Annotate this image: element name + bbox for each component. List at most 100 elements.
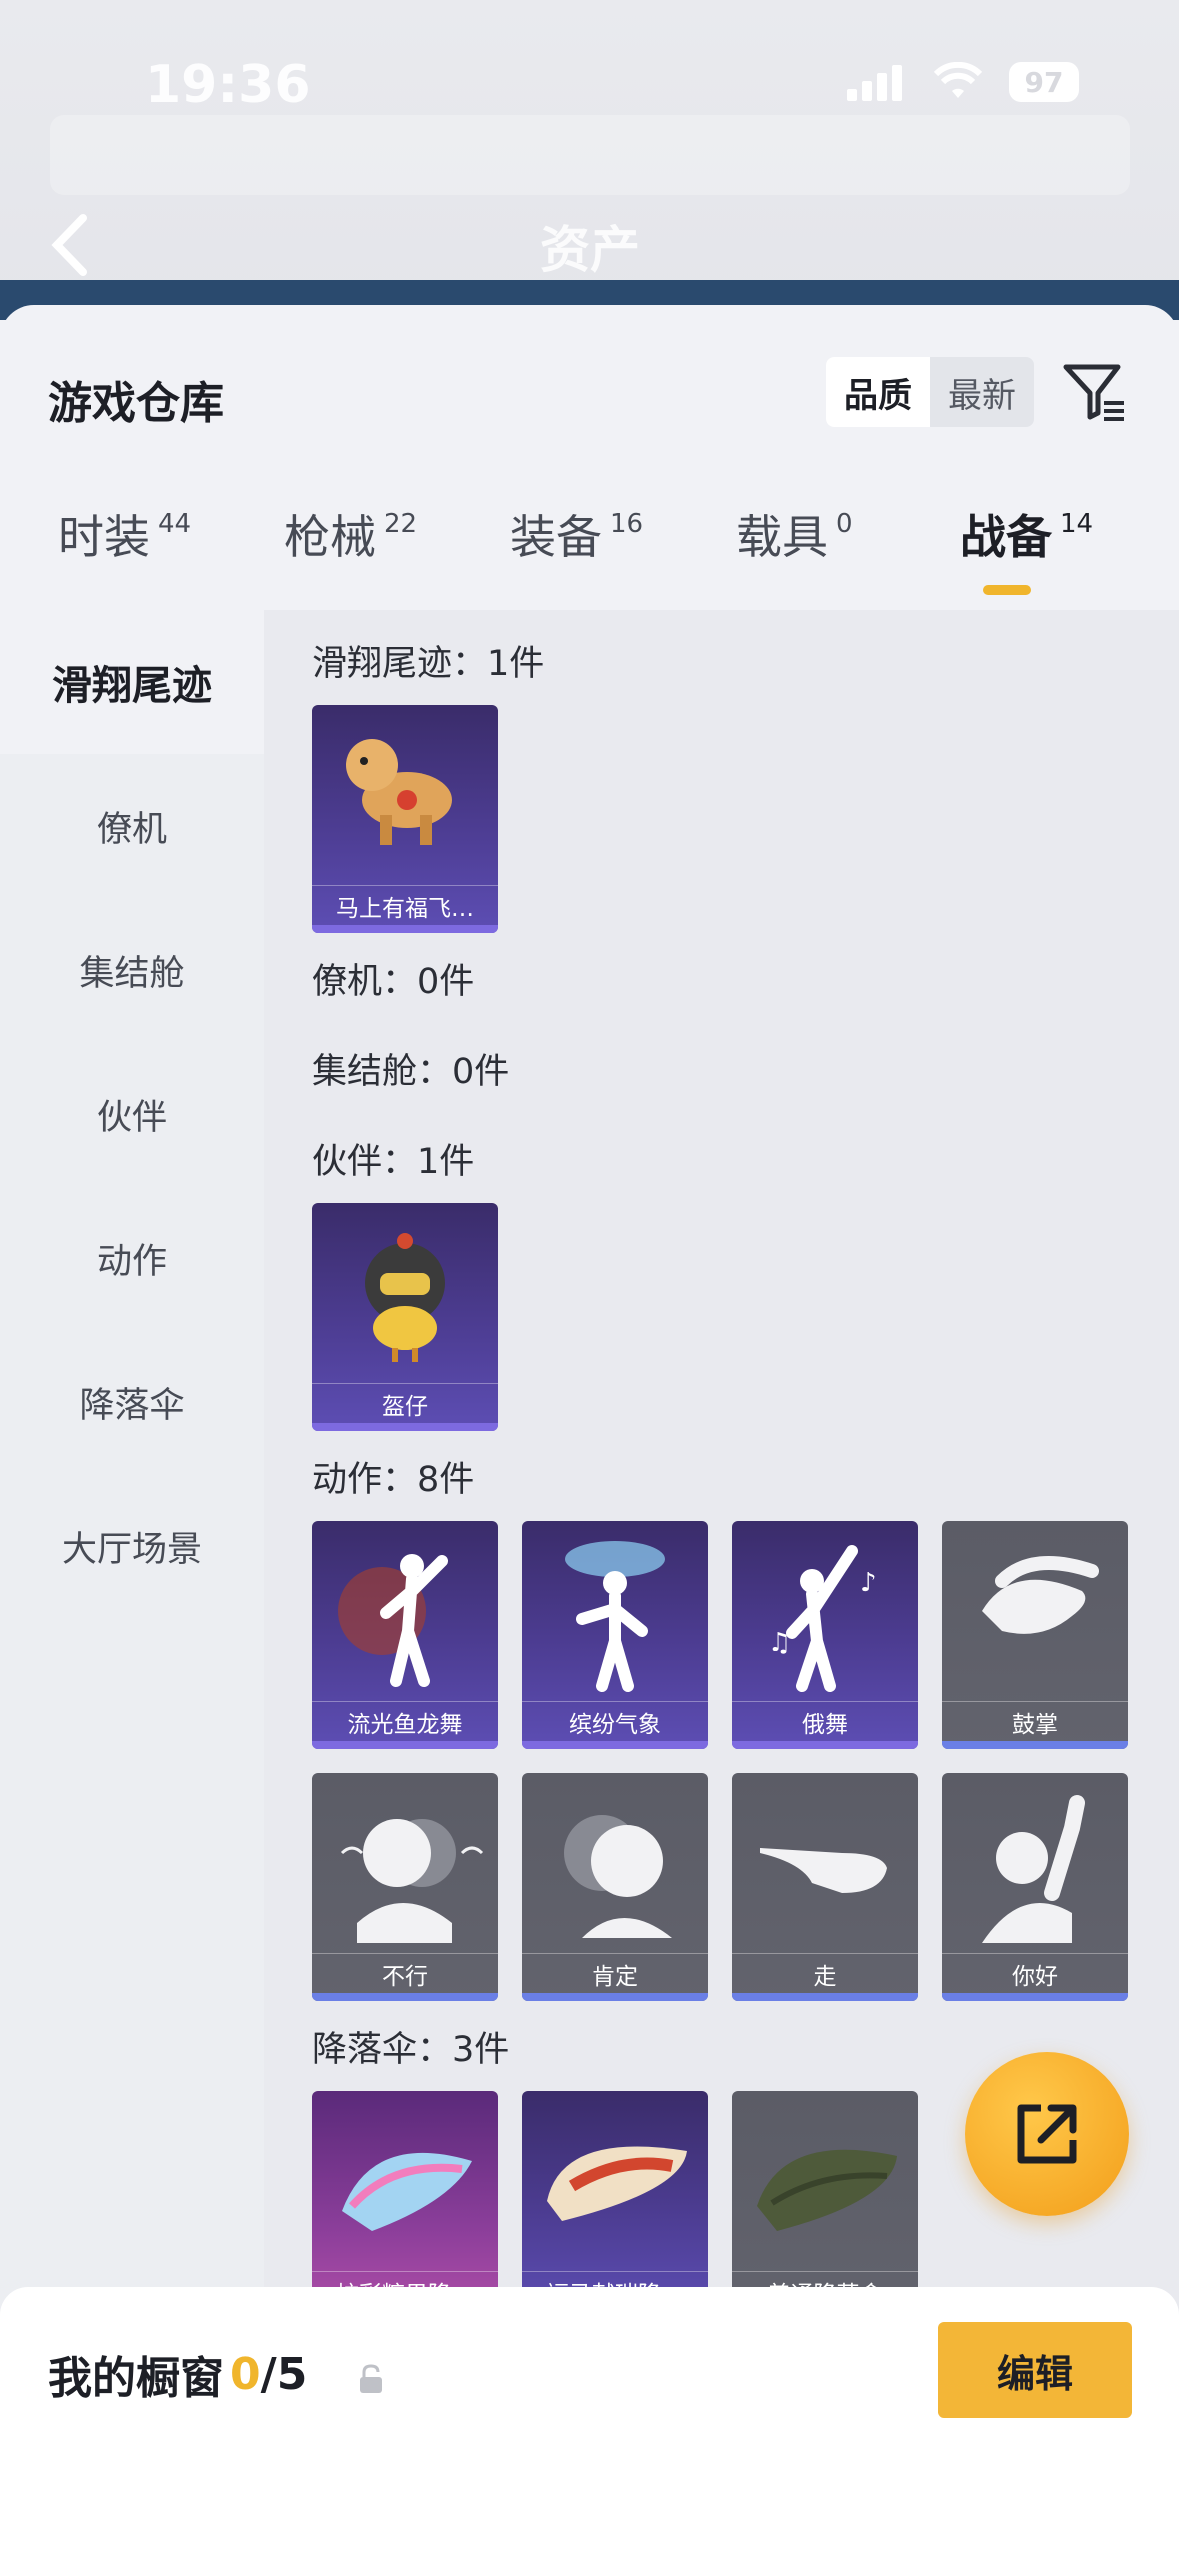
item-name: 不行 (312, 1953, 498, 1993)
category-sidebar: 滑翔尾迹 僚机 集结舱 伙伴 动作 降落伞 大厅场景 (0, 610, 264, 2556)
sidebar-item-rally[interactable]: 集结舱 (0, 898, 264, 1042)
pointing-hand-icon (732, 1773, 918, 1953)
item-name: 盔仔 (312, 1383, 498, 1423)
tab-battle-prep[interactable]: 战备 14 (960, 507, 1093, 597)
section-title: 滑翔尾迹：1件 (312, 644, 545, 684)
item-card[interactable]: 普通降落伞 (732, 2091, 918, 2319)
showcase-bar: 我的橱窗 0 /5 编辑 (0, 2287, 1179, 2556)
sheet-title: 游戏仓库 (48, 378, 224, 429)
back-arrow-icon[interactable] (45, 210, 95, 280)
status-icons: 97 (847, 61, 1079, 102)
item-card[interactable]: 缤纷气象 (522, 1521, 708, 1749)
rarity-bar (522, 1993, 708, 2001)
nod-icon (522, 1773, 708, 1953)
tab-fashion[interactable]: 时装 44 (58, 507, 191, 597)
tab-count: 16 (610, 509, 644, 539)
tab-count: 44 (158, 509, 192, 539)
section-title: 伙伴：1件 (312, 1142, 475, 1182)
item-name: 鼓掌 (942, 1701, 1128, 1741)
tab-count: 22 (384, 509, 418, 539)
wifi-icon (933, 61, 983, 102)
item-card[interactable]: 你好 (942, 1773, 1128, 2001)
rarity-bar (312, 1993, 498, 2001)
item-card[interactable]: 福马献瑞降… (522, 2091, 708, 2319)
sidebar-item-emote[interactable]: 动作 (0, 1186, 264, 1330)
head-shake-icon (312, 1773, 498, 1953)
tab-guns[interactable]: 枪械 22 (284, 507, 417, 597)
tab-count: 0 (836, 509, 853, 539)
rarity-bar (312, 1423, 498, 1431)
share-button[interactable] (965, 2052, 1129, 2216)
tab-equipment[interactable]: 装备 16 (510, 507, 643, 597)
sort-newest[interactable]: 最新 (930, 357, 1034, 427)
candy-parachute-icon (312, 2091, 498, 2271)
showcase-current: 0 (230, 2348, 261, 2400)
sidebar-item-partner[interactable]: 伙伴 (0, 1042, 264, 1186)
section-title: 僚机：0件 (312, 962, 475, 1002)
showcase-label: 我的橱窗 0 /5 (48, 2342, 307, 2406)
tab-vehicles[interactable]: 载具 0 (736, 507, 853, 597)
tab-count: 14 (1060, 509, 1094, 539)
item-name: 俄舞 (732, 1701, 918, 1741)
item-name: 你好 (942, 1953, 1128, 1993)
sidebar-item-parachute[interactable]: 降落伞 (0, 1330, 264, 1474)
item-card[interactable]: ♪ ♫ 俄舞 (732, 1521, 918, 1749)
sidebar-item-wingman[interactable]: 僚机 (0, 754, 264, 898)
edit-button[interactable]: 编辑 (938, 2322, 1132, 2418)
section-title: 集结舱：0件 (312, 1052, 510, 1092)
weather-dancer-icon (522, 1521, 708, 1701)
svg-text:♫: ♫ (768, 1628, 791, 1658)
tab-label: 枪械 (284, 510, 376, 564)
item-name: 马上有福飞… (312, 885, 498, 925)
item-name: 走 (732, 1953, 918, 1993)
item-name: 流光鱼龙舞 (312, 1701, 498, 1741)
helmet-chick-icon (312, 1203, 498, 1383)
wave-hello-icon (942, 1773, 1128, 1953)
rarity-bar (732, 1741, 918, 1749)
tab-label: 载具 (736, 510, 828, 564)
clap-icon (942, 1521, 1128, 1701)
signal-icon (847, 63, 907, 101)
music-dancer-icon: ♪ ♫ (732, 1521, 918, 1701)
item-content: 滑翔尾迹：1件 马上有福飞… 僚机：0件 集结舱：0件 伙伴：1件 盔仔 动作：… (264, 610, 1179, 2556)
rarity-bar (522, 1741, 708, 1749)
item-card[interactable]: 流光鱼龙舞 (312, 1521, 498, 1749)
status-time: 19:36 (145, 55, 311, 115)
sort-toggle: 品质 最新 (826, 357, 1034, 427)
rarity-bar (942, 1741, 1128, 1749)
lock-icon (356, 2363, 386, 2395)
item-name: 缤纷气象 (522, 1701, 708, 1741)
item-card[interactable]: 鼓掌 (942, 1521, 1128, 1749)
item-card[interactable]: 盔仔 (312, 1203, 498, 1431)
share-external-icon (1017, 2104, 1077, 2164)
rarity-bar (312, 925, 498, 933)
basic-parachute-icon (732, 2091, 918, 2271)
warehouse-sheet: 游戏仓库 品质 最新 时装 44 枪械 22 装备 16 载具 0 战备 14 滑翔尾迹 … (0, 305, 1179, 2556)
item-card[interactable]: 不行 (312, 1773, 498, 2001)
showcase-total: /5 (260, 2348, 308, 2400)
section-title: 动作：8件 (312, 1460, 475, 1500)
horse-parachute-icon (522, 2091, 708, 2271)
item-card[interactable]: 马上有福飞… (312, 705, 498, 933)
item-name: 肯定 (522, 1953, 708, 1993)
active-tab-indicator (983, 585, 1031, 595)
rarity-bar (312, 1741, 498, 1749)
item-card[interactable]: 炫彩糖果降… (312, 2091, 498, 2319)
filter-icon[interactable] (1060, 357, 1128, 425)
svg-text:♪: ♪ (860, 1568, 877, 1598)
dancer-icon (312, 1521, 498, 1701)
sidebar-item-lobby[interactable]: 大厅场景 (0, 1474, 264, 1618)
horse-toy-icon (312, 705, 498, 885)
sidebar-item-glide[interactable]: 滑翔尾迹 (0, 610, 264, 754)
nav-title: 资产 (540, 221, 640, 279)
rarity-bar (732, 1993, 918, 2001)
battery-indicator: 97 (1009, 62, 1079, 102)
nav-band (50, 115, 1130, 195)
background-header: 19:36 97 资产 (0, 0, 1179, 320)
tab-label: 装备 (510, 510, 602, 564)
rarity-bar (942, 1993, 1128, 2001)
item-card[interactable]: 走 (732, 1773, 918, 2001)
item-card[interactable]: 肯定 (522, 1773, 708, 2001)
showcase-title: 我的橱窗 (48, 2353, 224, 2404)
sort-quality[interactable]: 品质 (826, 357, 930, 427)
